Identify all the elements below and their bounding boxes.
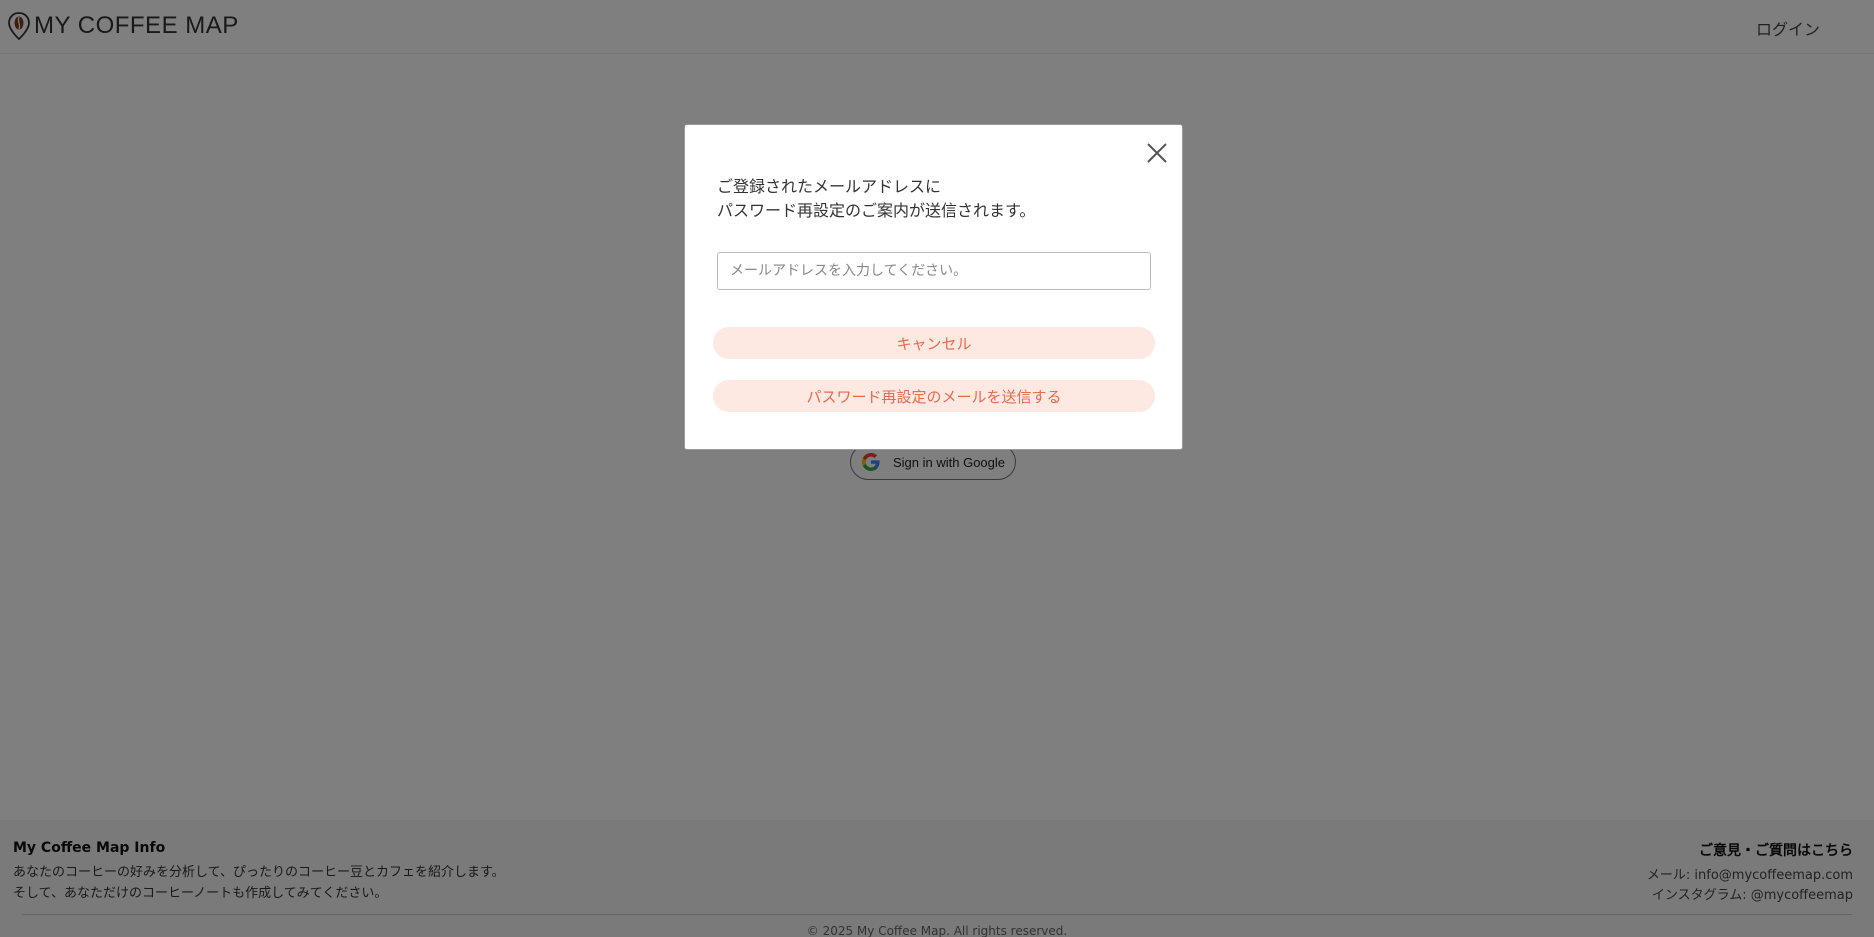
close-icon[interactable] [1145, 141, 1169, 165]
modal-message-line2: パスワード再設定のご案内が送信されます。 [717, 201, 1036, 220]
modal-message: ご登録されたメールアドレスに パスワード再設定のご案内が送信されます。 [717, 175, 1035, 223]
cancel-button[interactable]: キャンセル [713, 327, 1155, 359]
send-reset-email-button[interactable]: パスワード再設定のメールを送信する [713, 380, 1155, 412]
password-reset-modal: ご登録されたメールアドレスに パスワード再設定のご案内が送信されます。 キャンセ… [684, 124, 1183, 450]
modal-message-line1: ご登録されたメールアドレスに [717, 177, 942, 196]
email-input[interactable] [717, 252, 1151, 290]
